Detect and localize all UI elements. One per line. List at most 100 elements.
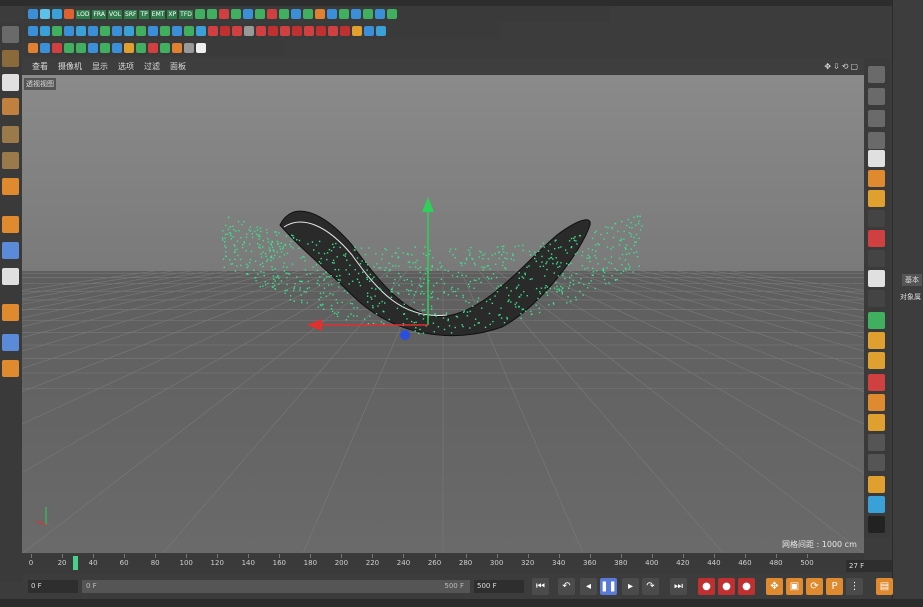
tool-icon[interactable] [290,9,301,19]
tool-icon[interactable] [160,43,170,53]
tool-icon[interactable] [136,43,146,53]
tool-icon[interactable] [40,9,50,19]
tool-icon[interactable] [172,43,182,53]
python-icon[interactable] [868,496,885,513]
checker-icon[interactable] [2,74,19,91]
tool-icon[interactable] [374,9,385,19]
menu-panel[interactable]: 面板 [170,61,186,72]
tool-icon[interactable] [242,9,253,19]
tool-icon[interactable] [196,43,206,53]
z-axis-handle[interactable] [400,330,410,340]
edges-mode-icon[interactable] [2,152,19,169]
render-view-icon[interactable] [868,210,885,227]
tool-icon[interactable] [376,26,386,36]
tool-icon[interactable] [220,26,230,36]
tool-icon[interactable] [268,26,278,36]
tool-icon[interactable] [208,26,218,36]
layout-icon[interactable] [868,66,885,83]
tool-icon[interactable] [292,26,302,36]
go-to-start-button[interactable]: ⏮ [532,578,549,595]
timeline-window-button[interactable]: ▤ [876,578,893,595]
prev-frame-button[interactable]: ◂ [580,578,597,595]
timeline-playhead[interactable] [73,556,78,570]
pause-button[interactable]: ❚❚ [600,578,617,595]
current-frame-field[interactable]: 27 F [846,560,892,572]
xp-tag[interactable]: XP [167,9,178,19]
settings-gear-icon[interactable] [868,516,885,533]
tool-icon[interactable] [148,26,158,36]
tool-icon[interactable] [302,9,313,19]
preview-range-slider[interactable]: 0 F 500 F [82,580,470,593]
layout-icon[interactable] [868,110,885,127]
tool-icon[interactable] [194,9,205,19]
tool-icon[interactable] [316,26,326,36]
tool-icon[interactable] [52,26,62,36]
axis-mode-icon[interactable] [2,216,19,233]
points-mode-icon[interactable] [2,126,19,143]
tool-icon[interactable] [232,26,242,36]
tool-icon[interactable] [28,26,38,36]
sculpt-icon[interactable] [868,352,885,369]
tool-icon[interactable] [326,9,337,19]
paint-icon[interactable] [868,332,885,349]
render-settings-icon[interactable] [868,250,885,267]
record-button[interactable]: ● [698,578,715,595]
tool-icon[interactable] [338,9,349,19]
tool-icon[interactable] [350,9,361,19]
vol-tag[interactable]: VOL [107,9,123,19]
menu-filter[interactable]: 过滤 [144,61,160,72]
menu-options[interactable]: 选项 [118,61,134,72]
tool-icon[interactable] [148,43,158,53]
tool-icon[interactable] [88,26,98,36]
reload-icon[interactable] [868,454,885,471]
tool-icon[interactable] [76,26,86,36]
lock-workplane-icon[interactable] [2,334,19,351]
tool-icon[interactable] [124,26,134,36]
grid-texture-icon[interactable] [2,98,19,115]
tool-icon[interactable] [266,9,277,19]
key-pla-button[interactable]: ⋮ [846,578,863,595]
key-scale-button[interactable]: ▣ [786,578,803,595]
tool-icon[interactable] [112,26,122,36]
tool-icon[interactable] [256,26,266,36]
tool-icon[interactable] [386,9,397,19]
menu-camera[interactable]: 摄像机 [58,61,82,72]
snap-icon[interactable] [2,268,19,285]
tool-icon[interactable] [364,26,374,36]
tool-icon[interactable] [314,9,325,19]
tfd-tag[interactable]: TFD [179,9,193,19]
tool-icon[interactable] [40,26,50,36]
polygons-mode-icon[interactable] [2,178,19,195]
key-position-button[interactable]: ✥ [766,578,783,595]
cube-object-icon[interactable] [2,50,19,67]
autokey-button[interactable]: ● [718,578,735,595]
tool-icon[interactable] [160,26,170,36]
solo-icon[interactable] [2,360,19,377]
grid-icon[interactable] [868,374,885,391]
tool-icon[interactable] [244,26,254,36]
checker-icon[interactable] [868,394,885,411]
tool-icon[interactable] [340,26,350,36]
tool-icon[interactable] [88,43,98,53]
tool-icon[interactable] [28,9,38,19]
magnet-icon[interactable] [2,304,19,321]
viewport-nav-icons[interactable]: ✥⇩⟲▢ [824,62,860,71]
app-logo-icon[interactable] [2,26,19,43]
layout-icon[interactable] [868,132,885,149]
tool-icon[interactable] [184,26,194,36]
tool-icon[interactable] [172,26,182,36]
menu-view[interactable]: 查看 [32,61,48,72]
tool-icon[interactable] [304,26,314,36]
perspective-viewport[interactable] [22,75,864,553]
lod-tag[interactable]: LOD [76,9,91,19]
tool-icon[interactable] [52,43,62,53]
tool-icon[interactable] [28,43,38,53]
axis-icon[interactable] [868,170,885,187]
tool-icon[interactable] [278,9,289,19]
spline-pen-icon[interactable] [868,414,885,431]
layout-icon[interactable] [868,88,885,105]
tp-tag[interactable]: TP [139,9,149,19]
srf-tag[interactable]: SRF [124,9,138,19]
tool-icon[interactable] [196,26,206,36]
end-frame-field[interactable]: 500 F [474,580,524,593]
